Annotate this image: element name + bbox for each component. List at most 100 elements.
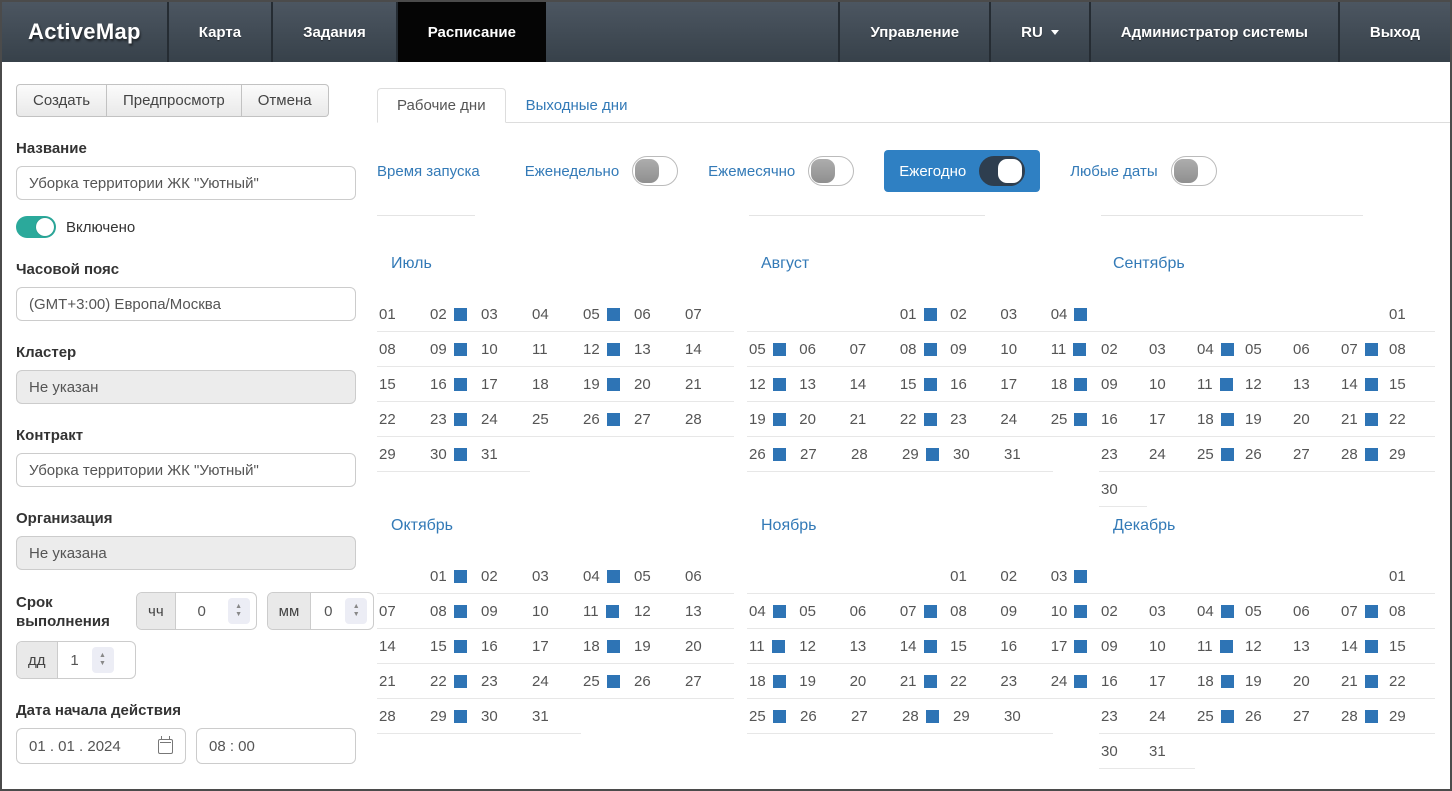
calendar-day[interactable]: 16	[998, 629, 1048, 664]
calendar-day-marked[interactable]: 25	[581, 664, 632, 699]
nav-item-logout[interactable]: Выход	[1338, 2, 1450, 62]
minutes-stepper-buttons[interactable]: ▲▼	[345, 598, 367, 624]
calendar-day-marked[interactable]: 07	[898, 594, 948, 629]
nav-item-tasks[interactable]: Задания	[271, 2, 396, 62]
calendar-day-marked[interactable]: 23	[428, 402, 479, 437]
calendar-day-marked[interactable]: 25	[1195, 437, 1243, 472]
mode-any-dates[interactable]: Любые даты	[1070, 156, 1216, 186]
calendar-day[interactable]: 27	[632, 402, 683, 437]
calendar-day[interactable]: 16	[1099, 664, 1147, 699]
calendar-day[interactable]: 03	[1147, 332, 1195, 367]
calendar-day-marked[interactable]: 04	[1195, 594, 1243, 629]
calendar-day-marked[interactable]: 03	[1049, 559, 1099, 594]
calendar-day[interactable]: 09	[998, 594, 1048, 629]
tab-workdays[interactable]: Рабочие дни	[377, 88, 506, 123]
step-down-icon[interactable]: ▼	[99, 660, 106, 668]
calendar-day[interactable]: 31	[479, 437, 530, 472]
step-down-icon[interactable]: ▼	[235, 611, 242, 619]
step-up-icon[interactable]: ▲	[99, 652, 106, 660]
calendar-day[interactable]: 08	[1387, 594, 1435, 629]
calendar-day-marked[interactable]: 18	[747, 664, 797, 699]
calendar-day[interactable]: 28	[377, 699, 428, 734]
calendar-day[interactable]: 20	[632, 367, 683, 402]
calendar-day[interactable]: 10	[479, 332, 530, 367]
calendar-day[interactable]: 08	[948, 594, 998, 629]
calendar-day[interactable]: 19	[797, 664, 847, 699]
calendar-day-marked[interactable]: 24	[1049, 664, 1099, 699]
calendar-day[interactable]: 21	[683, 367, 734, 402]
calendar-day-marked[interactable]: 25	[1195, 699, 1243, 734]
calendar-day-marked[interactable]: 18	[1049, 367, 1099, 402]
calendar-day[interactable]: 10	[1147, 629, 1195, 664]
calendar-day[interactable]: 23	[1099, 699, 1147, 734]
calendar-day-marked[interactable]: 01	[428, 559, 479, 594]
calendar-day[interactable]: 02	[479, 559, 530, 594]
calendar-day[interactable]: 22	[948, 664, 998, 699]
hours-stepper-buttons[interactable]: ▲▼	[228, 598, 250, 624]
calendar-day[interactable]: 06	[1291, 332, 1339, 367]
calendar-day-marked[interactable]: 18	[1195, 664, 1243, 699]
calendar-day-marked[interactable]: 10	[1049, 594, 1099, 629]
calendar-day[interactable]: 29	[951, 699, 1002, 734]
calendar-icon[interactable]	[158, 739, 173, 754]
calendar-day[interactable]: 09	[479, 594, 530, 629]
calendar-day[interactable]: 16	[1099, 402, 1147, 437]
calendar-day[interactable]: 17	[998, 367, 1048, 402]
calendar-day[interactable]: 30	[479, 699, 530, 734]
calendar-day[interactable]: 05	[797, 594, 847, 629]
calendar-day[interactable]: 20	[797, 402, 847, 437]
calendar-day[interactable]: 24	[530, 664, 581, 699]
calendar-day-marked[interactable]: 21	[1339, 402, 1387, 437]
days-stepper-buttons[interactable]: ▲▼	[92, 647, 114, 673]
calendar-day[interactable]: 03	[998, 297, 1048, 332]
calendar-day[interactable]: 26	[798, 699, 849, 734]
calendar-day[interactable]: 01	[1387, 297, 1435, 332]
timezone-input[interactable]: (GMT+3:00) Европа/Москва	[16, 287, 356, 321]
create-button[interactable]: Создать	[16, 84, 107, 117]
calendar-day[interactable]: 18	[530, 367, 581, 402]
calendar-day-marked[interactable]: 11	[1049, 332, 1099, 367]
mode-toggle-any-dates[interactable]	[1171, 156, 1217, 186]
calendar-day-marked[interactable]: 30	[428, 437, 479, 472]
calendar-day[interactable]: 01	[948, 559, 998, 594]
calendar-day[interactable]: 08	[1387, 332, 1435, 367]
calendar-day[interactable]: 26	[1243, 437, 1291, 472]
calendar-day[interactable]: 19	[632, 629, 683, 664]
calendar-day-marked[interactable]: 19	[747, 402, 797, 437]
calendar-day[interactable]: 05	[1243, 332, 1291, 367]
calendar-day-marked[interactable]: 26	[581, 402, 632, 437]
calendar-day-marked[interactable]: 28	[1339, 437, 1387, 472]
calendar-day[interactable]: 23	[1099, 437, 1147, 472]
calendar-day-marked[interactable]: 14	[1339, 367, 1387, 402]
calendar-day-marked[interactable]: 22	[428, 664, 479, 699]
calendar-day[interactable]: 20	[848, 664, 898, 699]
calendar-day[interactable]: 04	[530, 297, 581, 332]
cancel-button[interactable]: Отмена	[242, 84, 329, 117]
calendar-day[interactable]: 28	[849, 437, 900, 472]
calendar-day[interactable]: 29	[1387, 437, 1435, 472]
calendar-day-marked[interactable]: 05	[581, 297, 632, 332]
calendar-day-marked[interactable]: 08	[428, 594, 479, 629]
calendar-day[interactable]: 19	[1243, 402, 1291, 437]
calendar-day[interactable]: 07	[683, 297, 734, 332]
calendar-day[interactable]: 12	[632, 594, 683, 629]
calendar-day[interactable]: 02	[998, 559, 1048, 594]
mode-weekly[interactable]: Еженедельно	[525, 156, 678, 186]
calendar-day[interactable]: 17	[530, 629, 581, 664]
calendar-day[interactable]: 09	[1099, 629, 1147, 664]
days-value-input[interactable]: 1	[58, 642, 92, 678]
minutes-value-input[interactable]: 0	[311, 593, 345, 629]
calendar-day[interactable]: 16	[479, 629, 530, 664]
calendar-day-marked[interactable]: 11	[581, 594, 632, 629]
calendar-day[interactable]: 30	[1002, 699, 1053, 734]
calendar-day[interactable]: 12	[797, 629, 847, 664]
calendar-day[interactable]: 22	[377, 402, 428, 437]
calendar-day[interactable]: 10	[998, 332, 1048, 367]
calendar-day[interactable]: 13	[683, 594, 734, 629]
calendar-day[interactable]: 26	[1243, 699, 1291, 734]
calendar-day-marked[interactable]: 07	[1339, 594, 1387, 629]
name-input[interactable]: Уборка территории ЖК "Уютный"	[16, 166, 356, 200]
start-date-input[interactable]: 01 . 01 . 2024	[16, 728, 186, 764]
calendar-day[interactable]: 03	[1147, 594, 1195, 629]
calendar-day[interactable]: 14	[377, 629, 428, 664]
